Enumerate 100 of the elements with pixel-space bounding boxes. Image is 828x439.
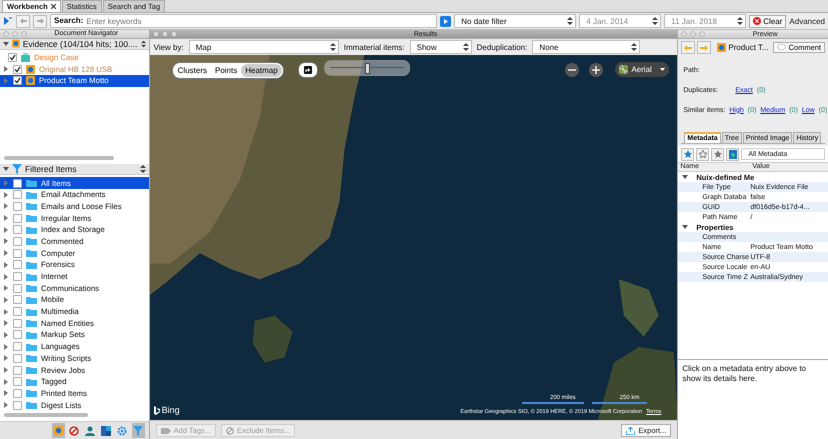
end-date-field[interactable]: 11 Jan. 2018 xyxy=(664,14,746,28)
checkbox[interactable] xyxy=(13,190,22,200)
checkbox[interactable] xyxy=(13,284,22,293)
checkbox[interactable] xyxy=(13,295,22,304)
briefcase-icon xyxy=(21,53,30,62)
no-entry-icon xyxy=(69,426,80,436)
evidence-icon xyxy=(54,426,63,436)
folder-icon xyxy=(26,202,37,210)
checkbox[interactable] xyxy=(13,307,22,316)
folder-icon xyxy=(26,179,37,188)
share-icon xyxy=(304,66,312,74)
map-provider-logo: Bing xyxy=(154,405,180,415)
checkbox[interactable] xyxy=(13,202,22,211)
filter-icon xyxy=(12,164,22,174)
checkbox[interactable] xyxy=(8,53,17,62)
checkbox[interactable] xyxy=(13,342,22,352)
folder-icon xyxy=(26,296,37,304)
speech-bubble-icon xyxy=(777,44,786,51)
checkbox[interactable] xyxy=(13,272,22,282)
expand-triangle-icon[interactable] xyxy=(3,166,9,172)
checkbox[interactable] xyxy=(13,388,22,398)
stepper-icon xyxy=(652,17,658,25)
immaterial-items-dropdown[interactable]: Show xyxy=(410,40,472,54)
evidence-icon xyxy=(12,39,20,48)
map-mode-toggle[interactable]: Heatmap xyxy=(241,64,282,77)
checkbox[interactable] xyxy=(13,330,22,340)
stepper-icon xyxy=(140,164,146,173)
checkbox[interactable] xyxy=(13,260,22,270)
evidence-icon xyxy=(26,64,35,74)
folder-icon xyxy=(26,284,37,292)
upload-icon xyxy=(626,426,636,434)
folder-icon xyxy=(26,389,37,398)
deduplication-dropdown[interactable]: None xyxy=(532,40,640,54)
folder-icon xyxy=(26,354,37,362)
toolbar-button[interactable] xyxy=(52,423,65,438)
document-icon xyxy=(728,150,737,158)
close-icon xyxy=(753,17,762,25)
folder-icon xyxy=(26,319,37,328)
tiles-icon xyxy=(101,426,112,436)
play-button[interactable] xyxy=(440,16,452,26)
metadata-profile-button[interactable] xyxy=(726,148,740,160)
plus-icon xyxy=(592,66,600,74)
immaterial-items-label: Immaterial items: xyxy=(344,42,405,52)
start-date-field[interactable]: 4 Jan. 2014 xyxy=(579,14,662,28)
folder-icon xyxy=(26,378,37,386)
stepper-icon xyxy=(567,17,574,25)
view-by-dropdown[interactable]: Map xyxy=(188,40,339,54)
star-icon xyxy=(714,150,722,158)
folder-icon xyxy=(26,342,37,351)
left-arrow-icon xyxy=(20,18,26,24)
star-filter-button[interactable] xyxy=(696,148,710,160)
folder-icon xyxy=(26,330,37,339)
checkbox[interactable] xyxy=(13,76,22,86)
stepper-icon xyxy=(631,43,638,51)
collapse-triangle-icon[interactable] xyxy=(682,174,688,180)
map-mode-toggle[interactable]: Points xyxy=(210,64,242,77)
clear-button[interactable]: Clear xyxy=(749,14,786,28)
document-title: Product T... xyxy=(728,43,769,52)
deduplication-label: Deduplication: xyxy=(476,42,528,52)
slider-thumb[interactable] xyxy=(364,63,370,74)
zoom-slider[interactable] xyxy=(324,60,410,76)
advanced-link[interactable]: Advanced xyxy=(789,16,825,26)
tag-icon xyxy=(160,428,171,434)
folder-icon xyxy=(26,366,37,374)
person-icon xyxy=(85,426,96,436)
checkbox[interactable] xyxy=(13,64,22,74)
checkbox[interactable] xyxy=(13,318,22,328)
panel-title: Filtered Items xyxy=(25,164,78,174)
folder-icon xyxy=(26,272,37,281)
checkbox[interactable] xyxy=(13,236,22,246)
stepper-icon xyxy=(330,43,336,51)
date-filter-dropdown[interactable]: No date filter xyxy=(454,14,576,28)
folder-icon xyxy=(26,214,37,222)
caret-icon xyxy=(660,68,666,72)
collapse-triangle-icon[interactable] xyxy=(682,224,688,230)
checkbox[interactable] xyxy=(13,214,22,223)
toolbar-button[interactable] xyxy=(100,423,113,438)
folder-icon xyxy=(26,249,37,258)
star-filter-button[interactable] xyxy=(681,148,694,160)
stepper-icon xyxy=(737,17,744,25)
checkbox[interactable] xyxy=(13,248,22,258)
star-icon xyxy=(684,150,692,158)
map-type-dropdown[interactable]: Aerial xyxy=(615,62,670,77)
folder-icon xyxy=(26,260,37,269)
checkbox[interactable] xyxy=(13,354,22,363)
logo-icon xyxy=(154,406,160,414)
checkbox[interactable] xyxy=(13,225,22,234)
right-arrow-icon xyxy=(36,18,44,24)
map-mode-toggle[interactable]: Clusters xyxy=(174,64,211,77)
checkbox[interactable] xyxy=(13,178,22,188)
checkbox[interactable] xyxy=(13,377,22,386)
checkbox[interactable] xyxy=(13,366,22,375)
satellite-map-drawing[interactable] xyxy=(150,55,678,420)
checkbox[interactable] xyxy=(13,400,22,410)
close-icon[interactable] xyxy=(50,4,56,9)
no-entry-icon xyxy=(226,426,234,434)
star-filter-button[interactable] xyxy=(711,148,724,160)
expand-triangle-icon[interactable] xyxy=(3,40,9,47)
star-icon xyxy=(698,150,707,158)
left-arrow-icon xyxy=(684,44,692,50)
